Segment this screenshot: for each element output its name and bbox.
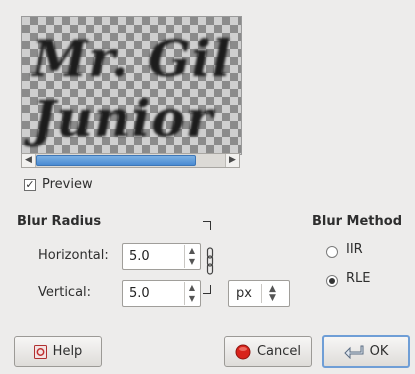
ok-button[interactable]: OK [322,335,410,368]
chain-bracket-bottom [203,285,211,294]
help-button[interactable]: Help [14,336,102,367]
preview-horizontal-scrollbar[interactable]: ◀ ▶ [21,153,240,168]
scroll-right-arrow-icon[interactable]: ▶ [225,154,239,167]
horizontal-spinner[interactable]: ▲ ▼ [122,243,201,270]
unit-value: px [236,286,252,301]
blur-radius-heading: Blur Radius [17,214,102,229]
radio-rle[interactable] [326,275,338,287]
preview-checkbox[interactable]: ✓ [24,179,36,191]
preview-text-line1: Mr. Gil [32,29,232,88]
select-updown-icon: ▲ ▼ [269,284,276,303]
horizontal-label: Horizontal: [38,248,109,263]
scroll-left-arrow-icon[interactable]: ◀ [22,154,36,167]
chain-bracket-top [203,221,211,230]
horizontal-input[interactable] [125,246,187,266]
preview-label[interactable]: Preview [42,177,93,192]
vertical-spin-buttons[interactable]: ▲ ▼ [184,282,199,305]
radio-iir[interactable] [326,246,338,258]
cancel-button[interactable]: Cancel [224,336,312,367]
spin-down-icon[interactable]: ▼ [185,256,199,267]
scrollbar-thumb[interactable] [36,155,196,166]
radio-rle-label[interactable]: RLE [346,271,371,286]
preview-text-line2: Junior [32,89,214,148]
help-label: Help [52,344,83,359]
vertical-input[interactable] [125,283,187,303]
vertical-label: Vertical: [38,285,92,300]
unit-select[interactable]: px ▲ ▼ [228,280,290,307]
ok-label: OK [369,344,389,359]
horizontal-spin-buttons[interactable]: ▲ ▼ [184,245,199,268]
blur-method-heading: Blur Method [312,214,403,229]
spin-down-icon[interactable]: ▼ [185,293,199,304]
cancel-icon [235,344,251,360]
chain-link-icon[interactable] [205,244,215,280]
ok-arrow-icon [343,345,364,359]
radio-iir-label[interactable]: IIR [346,242,363,257]
cancel-label: Cancel [256,344,302,359]
spin-up-icon[interactable]: ▲ [185,245,199,256]
help-book-icon [33,344,47,359]
vertical-spinner[interactable]: ▲ ▼ [122,280,201,307]
spin-up-icon[interactable]: ▲ [185,282,199,293]
preview-image[interactable]: Mr. Gil Junior [21,16,242,155]
